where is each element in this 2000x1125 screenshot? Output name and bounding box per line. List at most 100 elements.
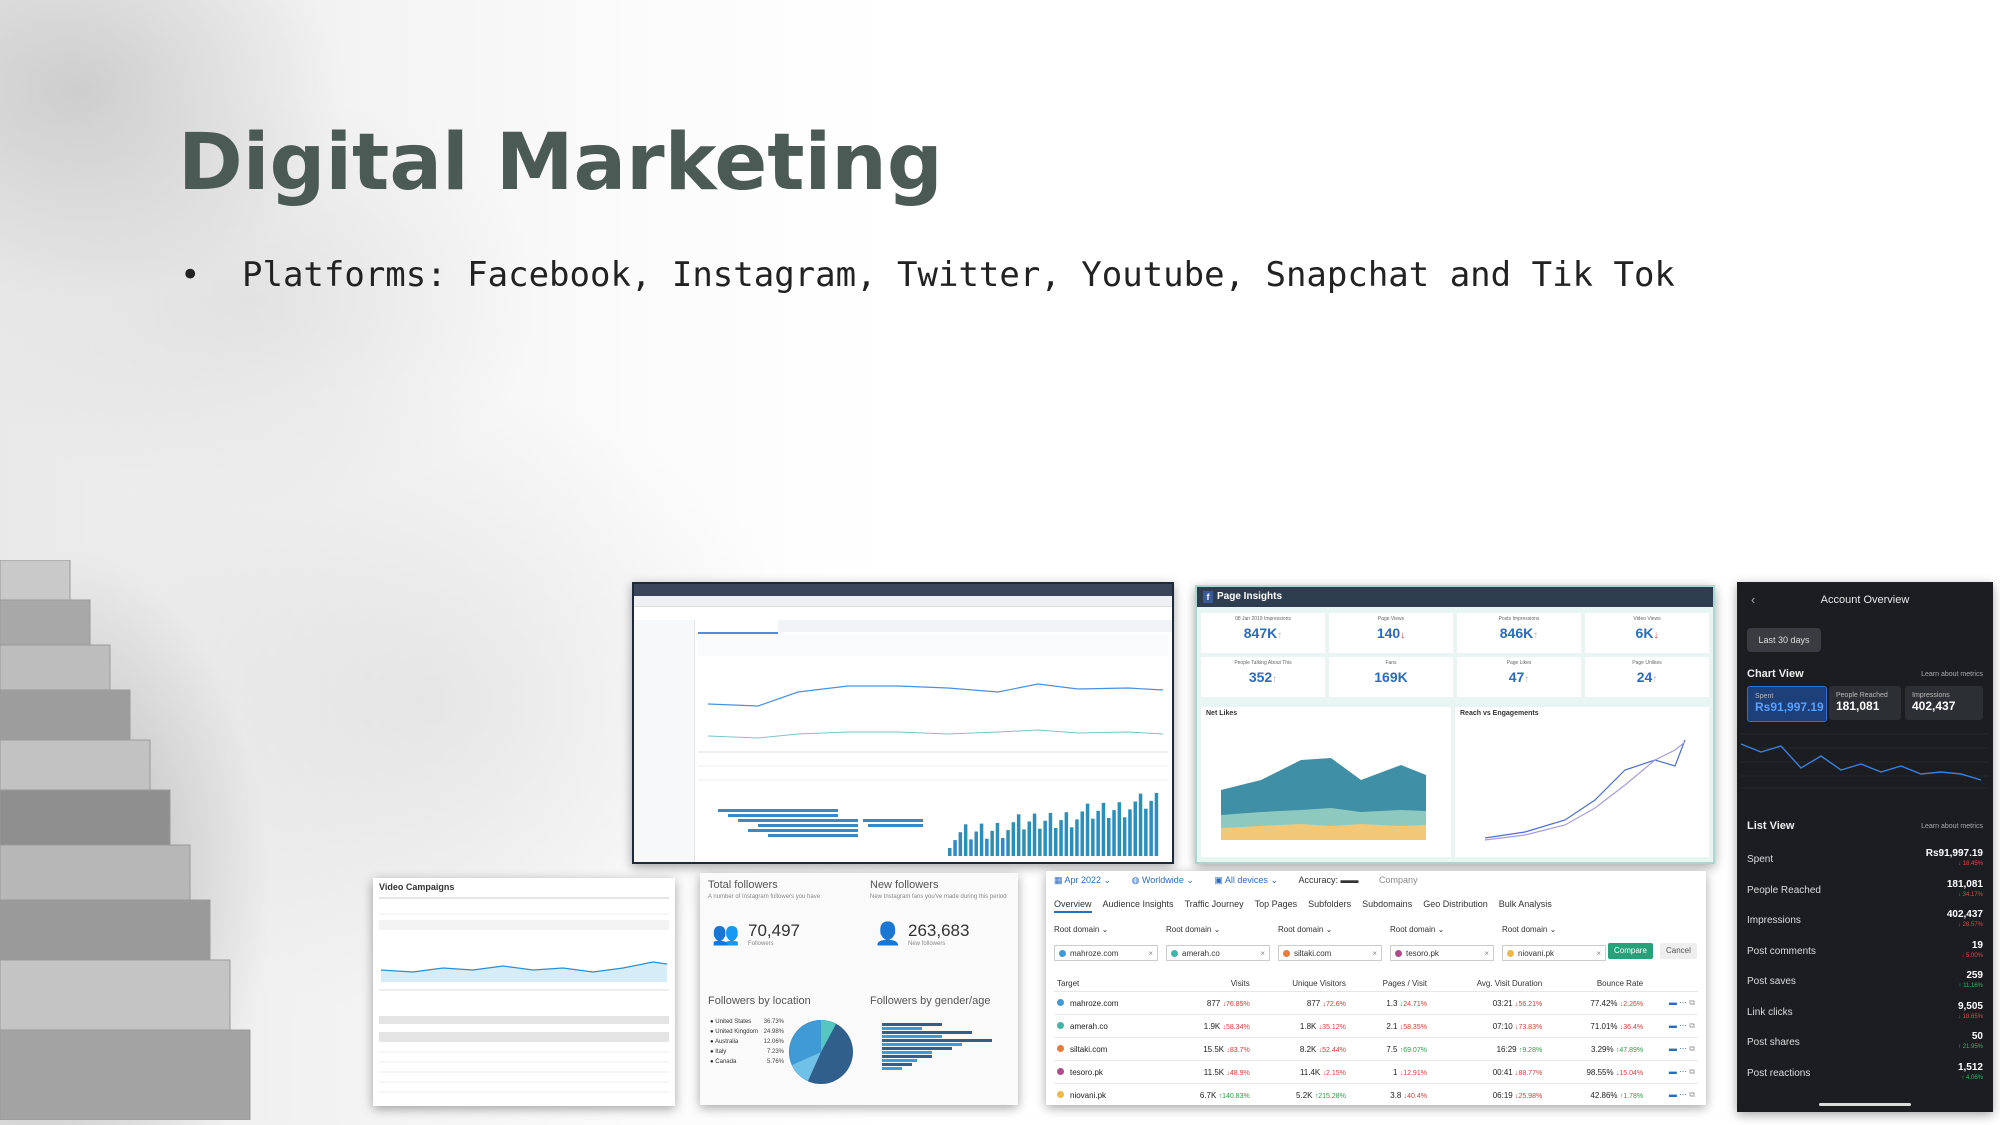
metric-label: People Reached: [1747, 884, 1821, 896]
location-row: ● United States 36.73%: [710, 1019, 784, 1029]
metric-list-row[interactable]: Post shares 50 ↑ 21.95%: [1747, 1027, 1983, 1057]
trend-up-icon: ↑: [1272, 674, 1278, 685]
copy-icon[interactable]: ⧉: [1689, 1044, 1695, 1053]
column-header[interactable]: Target: [1054, 975, 1163, 992]
domain-color-dot: [1395, 950, 1402, 958]
spend-line-chart: [1741, 733, 1989, 789]
domain-input[interactable]: amerah.co ×: [1166, 945, 1270, 961]
domain-link[interactable]: amerah.co: [1070, 1022, 1108, 1031]
company-toggle[interactable]: Company: [1379, 875, 1418, 885]
traffic-tab[interactable]: Geo Distribution: [1423, 899, 1488, 909]
table-row[interactable]: siltaki.com 15.5K ↓83.7% 8.2K ↓52.44% 7.5 ↑…: [1054, 1037, 1698, 1061]
domain-color-dot: [1059, 950, 1066, 958]
kpi-impressions[interactable]: Impressions 402,437: [1905, 686, 1983, 720]
histogram-bar: [948, 848, 952, 856]
domain-text: niovani.pk: [1518, 949, 1555, 958]
table-row[interactable]: amerah.co 1.9K ↓58.34% 1.8K ↓35.12% 2.1 ↓58…: [1054, 1014, 1698, 1038]
metric-list-row[interactable]: Post comments 19 ↓ 5.00%: [1747, 936, 1983, 966]
metric-list-row[interactable]: Spent Rs91,997.19 ↓ 18.45%: [1747, 844, 1983, 874]
table-cell: 77.42% ↓2.26%: [1545, 991, 1647, 1015]
learn-metrics-link[interactable]: Learn about metrics: [1921, 671, 1983, 678]
column-header[interactable]: Unique Visitors: [1252, 975, 1349, 992]
metric-value: 1,512: [1957, 1061, 1983, 1073]
metric-list-row[interactable]: Post reactions 1,512 ↑ 4.06%: [1747, 1058, 1983, 1088]
root-domain-select[interactable]: Root domain ⌄: [1166, 925, 1278, 934]
table-row[interactable]: niovani.pk 6.7K ↑140.83% 5.2K ↑215.28% 3.8 …: [1054, 1083, 1698, 1105]
metric-list-row[interactable]: People Reached 181,081 ↓ 34.17%: [1747, 875, 1983, 905]
user-add-icon: 👤: [874, 921, 902, 946]
ads-manager-menubar: [634, 596, 1172, 607]
device-picker[interactable]: ▣ All devices ⌄: [1214, 875, 1278, 886]
traffic-tab[interactable]: Subfolders: [1308, 899, 1351, 909]
learn-metrics-link-2[interactable]: Learn about metrics: [1921, 823, 1983, 830]
kpi-spent[interactable]: Spent Rs91,997.19: [1747, 686, 1827, 722]
root-domain-select[interactable]: Root domain ⌄: [1502, 925, 1614, 934]
metric-label: Impressions: [1747, 915, 1801, 926]
clear-icon[interactable]: ×: [1148, 946, 1153, 962]
region-picker[interactable]: ◍ Worldwide ⌄: [1132, 875, 1194, 886]
table-cell: 11.5K ↓48.9%: [1162, 1060, 1253, 1084]
metric-list-row[interactable]: Post saves 259 ↑ 11.16%: [1747, 966, 1983, 996]
column-header[interactable]: Visits: [1162, 975, 1253, 992]
new-followers-heading: New followers: [870, 879, 939, 891]
compare-button[interactable]: Compare: [1608, 943, 1653, 959]
staircase-illustration: [0, 560, 251, 1120]
traffic-tab[interactable]: Audience Insights: [1103, 899, 1174, 909]
root-domain-select[interactable]: Root domain ⌄: [1390, 925, 1502, 934]
location-row: ● Italy 7.23%: [710, 1049, 784, 1059]
kpi-people-reached[interactable]: People Reached 181,081: [1829, 686, 1901, 720]
domain-input[interactable]: niovani.pk ×: [1502, 945, 1606, 961]
clear-icon[interactable]: ×: [1596, 946, 1601, 962]
traffic-tab[interactable]: Subdomains: [1362, 899, 1412, 909]
domain-link[interactable]: tesoro.pk: [1070, 1068, 1103, 1077]
domain-link[interactable]: siltaki.com: [1070, 1045, 1107, 1054]
period-selector[interactable]: Last 30 days: [1747, 628, 1821, 652]
date-picker[interactable]: ▦ Apr 2022 ⌄: [1054, 875, 1111, 886]
location-name: ● Australia: [710, 1039, 739, 1045]
copy-icon[interactable]: ⧉: [1689, 1021, 1695, 1030]
instagram-followers-screenshot: Total followers A number of Instagram fo…: [700, 873, 1018, 1105]
location-percent: 12.06%: [763, 1039, 784, 1045]
clear-icon[interactable]: ×: [1372, 946, 1377, 962]
metric-list-row[interactable]: Link clicks 9,505 ↓ 18.65%: [1747, 997, 1983, 1027]
domain-input[interactable]: mahroze.com ×: [1054, 945, 1158, 961]
root-domain-select[interactable]: Root domain ⌄: [1054, 925, 1166, 934]
metric-list-row[interactable]: Impressions 402,437 ↓ 28.57%: [1747, 905, 1983, 935]
clear-icon[interactable]: ×: [1484, 946, 1489, 962]
domain-link[interactable]: mahroze.com: [1070, 999, 1118, 1008]
root-domain-select[interactable]: Root domain ⌄: [1278, 925, 1390, 934]
column-header[interactable]: Avg. Visit Duration: [1429, 975, 1546, 992]
cancel-button[interactable]: Cancel: [1660, 943, 1697, 959]
metric-value: 259: [1966, 970, 1983, 981]
metric-cell: People Talking About This 352↑: [1201, 657, 1325, 697]
traffic-table: Target Visits Unique Visitors Pages / Visit…: [1054, 975, 1698, 1105]
clear-icon[interactable]: ×: [1260, 946, 1265, 962]
histogram-bar: [1133, 801, 1137, 856]
metric-delta: ↓ 18.65%: [1957, 1013, 1983, 1020]
table-cell: 15.5K ↓83.7%: [1162, 1037, 1253, 1061]
column-header[interactable]: Pages / Visit: [1348, 975, 1430, 992]
metric-label: Link clicks: [1747, 1006, 1793, 1018]
histogram-bar: [953, 840, 957, 856]
traffic-tab[interactable]: Traffic Journey: [1185, 899, 1244, 909]
traffic-tab[interactable]: Overview: [1054, 899, 1092, 913]
total-followers-label: Followers: [748, 941, 774, 947]
table-cell: 5.2K ↑215.28%: [1252, 1083, 1349, 1105]
traffic-tab[interactable]: Top Pages: [1255, 899, 1298, 909]
column-header[interactable]: Bounce Rate: [1545, 975, 1647, 992]
table-row[interactable]: mahroze.com 877 ↓76.85% 877 ↓72.6% 1.3 ↓24.…: [1054, 991, 1698, 1015]
table-cell: 2.1 ↓58.35%: [1348, 1014, 1430, 1038]
histogram-bar: [1091, 818, 1095, 856]
ads-manager-topbar: [634, 584, 1172, 596]
copy-icon[interactable]: ⧉: [1689, 1067, 1695, 1076]
domain-input[interactable]: tesoro.pk ×: [1390, 945, 1494, 961]
copy-icon[interactable]: ⧉: [1689, 1090, 1695, 1099]
page-insights-metric-grid: 08 Jan 2019 Impressions 847K↑ Page Views 1…: [1201, 613, 1709, 697]
traffic-tab[interactable]: Bulk Analysis: [1499, 899, 1552, 909]
domain-input[interactable]: siltaki.com ×: [1278, 945, 1382, 961]
domain-color-dot: [1057, 1044, 1064, 1052]
table-row[interactable]: tesoro.pk 11.5K ↓48.9% 11.4K ↓2.15% 1 ↓12.9…: [1054, 1060, 1698, 1084]
domain-link[interactable]: niovani.pk: [1070, 1091, 1106, 1100]
table-cell: 11.4K ↓2.15%: [1252, 1060, 1349, 1084]
copy-icon[interactable]: ⧉: [1689, 998, 1695, 1007]
